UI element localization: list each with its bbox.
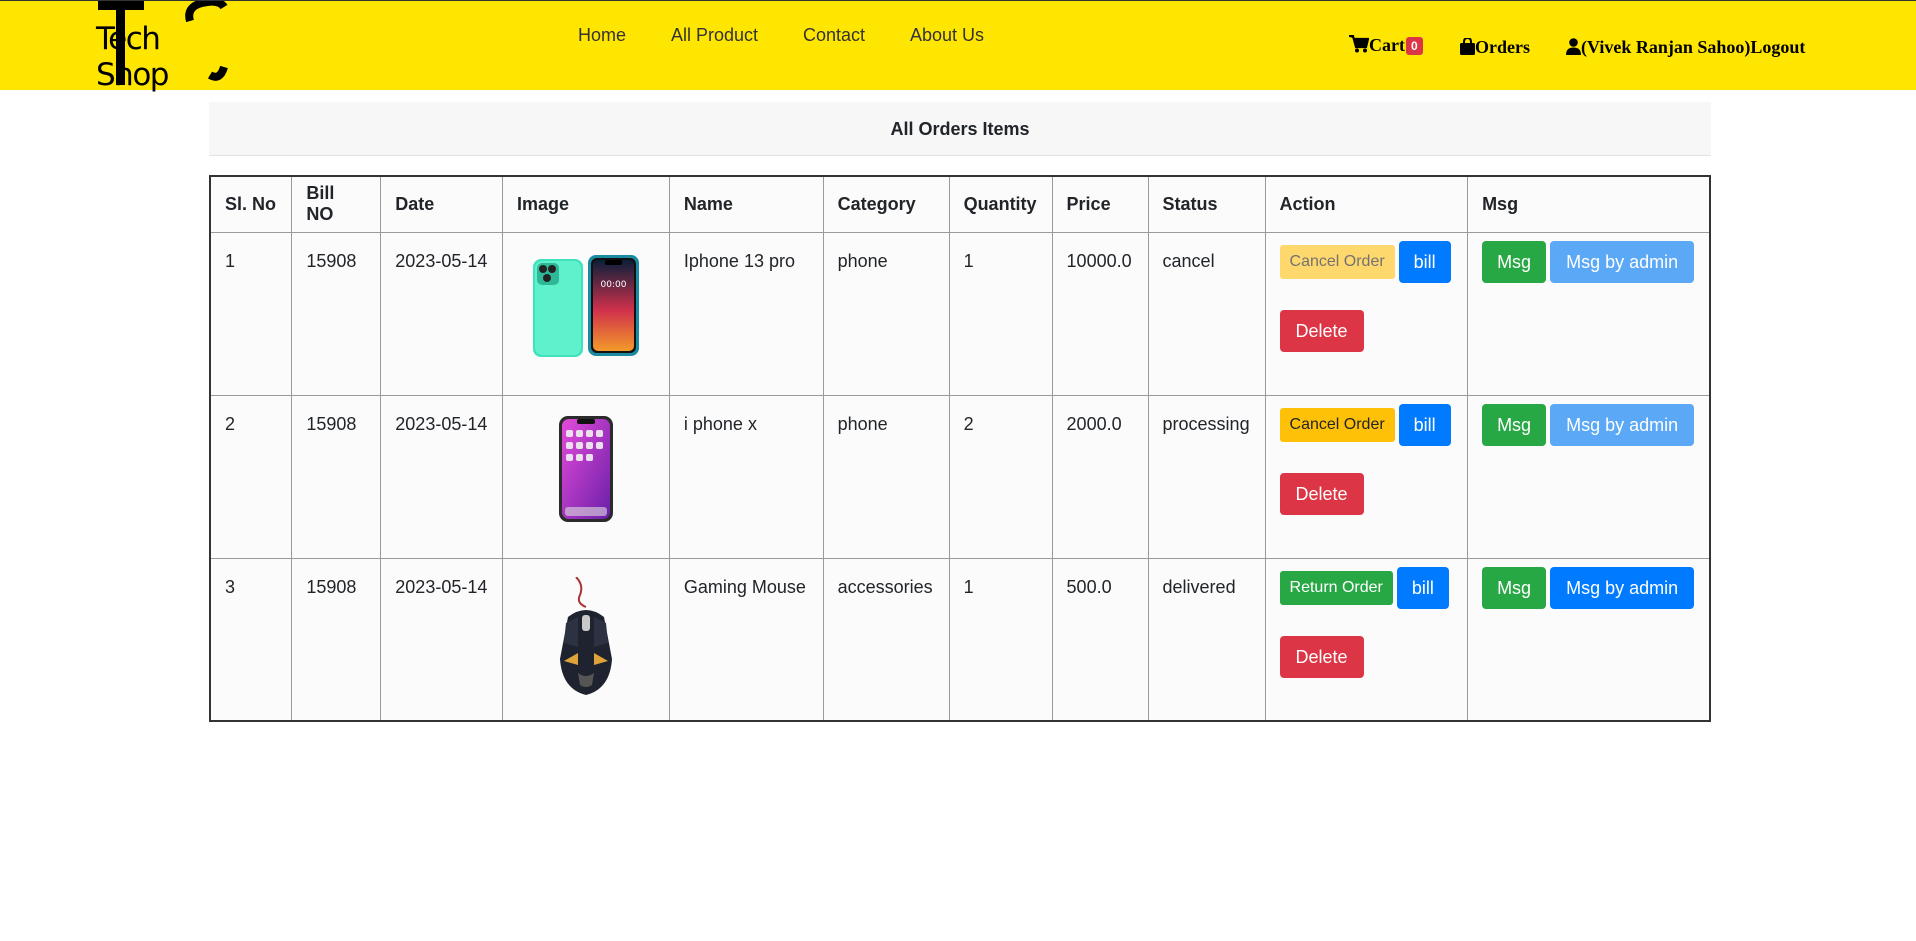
bill-button[interactable]: bill bbox=[1398, 240, 1451, 283]
orders-table: Sl. No Bill NO Date Image Name Category … bbox=[209, 175, 1711, 722]
table-row: 2 15908 2023-05-14 i phone x phone 2 200… bbox=[209, 394, 1711, 559]
header-price: Price bbox=[1051, 175, 1149, 233]
cart-icon bbox=[1349, 35, 1369, 53]
cell-action: Return Order bill Delete bbox=[1264, 557, 1469, 722]
table-row: 1 15908 2023-05-14 00:00 Iphone 13 pro p… bbox=[209, 231, 1711, 396]
phone-purple-image bbox=[558, 415, 613, 522]
tech-shop-logo[interactable]: Tech Shop bbox=[94, 1, 234, 93]
cart-label: Cart bbox=[1369, 35, 1405, 55]
cell-sl-no: 1 bbox=[209, 231, 293, 396]
cell-name: Iphone 13 pro bbox=[668, 231, 824, 396]
site-header: Tech Shop Home All Product Contact About… bbox=[0, 0, 1916, 93]
header-category: Category bbox=[822, 175, 950, 233]
shopping-bag-icon bbox=[1460, 38, 1475, 55]
cell-quantity: 1 bbox=[948, 557, 1053, 722]
msg-by-admin-button[interactable]: Msg by admin bbox=[1550, 566, 1695, 609]
header-quantity: Quantity bbox=[948, 175, 1053, 233]
delete-button[interactable]: Delete bbox=[1279, 472, 1364, 515]
cell-action: Cancel Order bill Delete bbox=[1264, 394, 1469, 559]
cancel-order-button[interactable]: Cancel Order bbox=[1279, 407, 1395, 442]
cell-action: Cancel Order bill Delete bbox=[1264, 231, 1469, 396]
cell-category: accessories bbox=[822, 557, 950, 722]
cell-bill-no: 15908 bbox=[291, 557, 382, 722]
nav-all-product[interactable]: All Product bbox=[671, 25, 758, 46]
page-title: All Orders Items bbox=[209, 102, 1711, 156]
cell-bill-no: 15908 bbox=[291, 394, 382, 559]
cell-image: 00:00 bbox=[502, 231, 670, 396]
header-image: Image bbox=[502, 175, 670, 233]
header-date: Date bbox=[380, 175, 504, 233]
return-order-button[interactable]: Return Order bbox=[1279, 570, 1393, 605]
cart-count-badge: 0 bbox=[1405, 37, 1423, 55]
cell-price: 2000.0 bbox=[1051, 394, 1149, 559]
user-logout-link[interactable]: (Vivek Ranjan Sahoo)Logout bbox=[1566, 37, 1805, 58]
cell-date: 2023-05-14 bbox=[380, 231, 504, 396]
cell-category: phone bbox=[822, 231, 950, 396]
header-status: Status bbox=[1147, 175, 1266, 233]
cell-date: 2023-05-14 bbox=[380, 557, 504, 722]
table-header-row: Sl. No Bill NO Date Image Name Category … bbox=[209, 175, 1711, 233]
nav-about-us[interactable]: About Us bbox=[910, 25, 984, 46]
nav-contact[interactable]: Contact bbox=[803, 25, 865, 46]
user-logout-label: (Vivek Ranjan Sahoo)Logout bbox=[1581, 37, 1806, 57]
cell-category: phone bbox=[822, 394, 950, 559]
cell-bill-no: 15908 bbox=[291, 231, 382, 396]
cell-status: cancel bbox=[1147, 231, 1266, 396]
cell-image bbox=[502, 557, 670, 722]
orders-label: Orders bbox=[1475, 37, 1530, 57]
logo-text: Tech Shop bbox=[96, 21, 169, 93]
svg-text:00:00: 00:00 bbox=[600, 280, 626, 290]
cell-msg: Msg Msg by admin bbox=[1467, 394, 1711, 559]
msg-button[interactable]: Msg bbox=[1482, 240, 1547, 283]
cell-price: 500.0 bbox=[1051, 557, 1149, 722]
cell-date: 2023-05-14 bbox=[380, 394, 504, 559]
cell-status: processing bbox=[1147, 394, 1266, 559]
msg-by-admin-button[interactable]: Msg by admin bbox=[1550, 240, 1695, 283]
cell-msg: Msg Msg by admin bbox=[1467, 231, 1711, 396]
orders-link[interactable]: Orders bbox=[1460, 37, 1530, 58]
cancel-order-button[interactable]: Cancel Order bbox=[1279, 244, 1395, 279]
msg-button[interactable]: Msg bbox=[1482, 403, 1547, 446]
gaming-mouse-image bbox=[559, 575, 612, 695]
bill-button[interactable]: bill bbox=[1398, 403, 1451, 446]
cell-quantity: 1 bbox=[948, 231, 1053, 396]
cart-link[interactable]: Cart 0 bbox=[1349, 35, 1423, 56]
cell-image bbox=[502, 394, 670, 559]
header-bill-no: Bill NO bbox=[291, 175, 382, 233]
cell-sl-no: 3 bbox=[209, 557, 293, 722]
nav-home[interactable]: Home bbox=[578, 25, 626, 46]
cell-msg: Msg Msg by admin bbox=[1467, 557, 1711, 722]
user-icon bbox=[1566, 38, 1581, 55]
phone-teal-image: 00:00 bbox=[532, 254, 639, 357]
bill-button[interactable]: bill bbox=[1396, 566, 1449, 609]
cell-status: delivered bbox=[1147, 557, 1266, 722]
cell-sl-no: 2 bbox=[209, 394, 293, 559]
msg-by-admin-button[interactable]: Msg by admin bbox=[1550, 403, 1695, 446]
header-name: Name bbox=[668, 175, 824, 233]
header-msg: Msg bbox=[1467, 175, 1711, 233]
cell-price: 10000.0 bbox=[1051, 231, 1149, 396]
delete-button[interactable]: Delete bbox=[1279, 309, 1364, 352]
msg-button[interactable]: Msg bbox=[1482, 566, 1547, 609]
table-row: 3 15908 2023-05-14 Gaming Mouse accessor… bbox=[209, 557, 1711, 722]
header-sl-no: Sl. No bbox=[209, 175, 293, 233]
cell-name: i phone x bbox=[668, 394, 824, 559]
header-action: Action bbox=[1264, 175, 1469, 233]
cell-name: Gaming Mouse bbox=[668, 557, 824, 722]
delete-button[interactable]: Delete bbox=[1279, 635, 1364, 678]
cell-quantity: 2 bbox=[948, 394, 1053, 559]
